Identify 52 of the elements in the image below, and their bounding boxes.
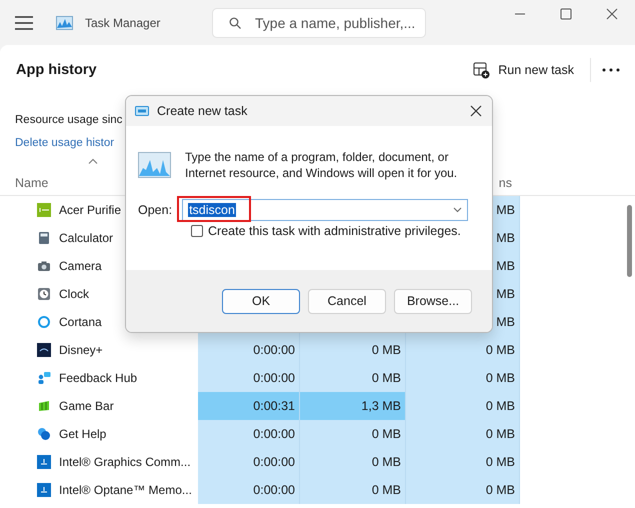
app-name: Camera: [59, 259, 102, 273]
menu-icon[interactable]: [15, 16, 33, 30]
chart-icon: [56, 16, 73, 30]
app-name: Intel® Optane™ Memo...: [59, 483, 192, 497]
ring-icon: [37, 315, 51, 329]
dropdown-icon[interactable]: [453, 207, 462, 213]
checkbox[interactable]: [191, 225, 203, 237]
people-icon: [37, 371, 51, 385]
app-icon: [37, 203, 51, 217]
app-name: Calculator: [59, 231, 114, 245]
open-label: Open:: [138, 203, 172, 217]
app-name: Get Help: [59, 427, 106, 441]
column-header[interactable]: Name: [15, 176, 48, 190]
scrollbar-thumb[interactable]: [627, 205, 632, 277]
close-icon[interactable]: [470, 105, 482, 117]
game-icon: [37, 399, 51, 413]
calculator-icon: [37, 231, 51, 245]
dialog-button[interactable]: Cancel: [308, 288, 386, 314]
window-icon: [135, 106, 149, 116]
chart-icon: [138, 152, 171, 178]
dialog-button[interactable]: OK: [222, 288, 300, 314]
sort-caret-icon[interactable]: [88, 158, 98, 164]
search-icon: [229, 16, 241, 28]
clock-icon: [37, 287, 51, 301]
app-name: Acer Purifie: [59, 203, 122, 217]
table-cell: 0 MB: [406, 476, 520, 504]
app-icon: [37, 455, 51, 469]
help-icon: [37, 427, 51, 441]
delete-history-link[interactable]: Delete usage histor: [15, 137, 114, 149]
dialog-button[interactable]: Browse...: [394, 288, 472, 314]
table-cell: 0 MB: [300, 476, 406, 504]
run-task-button[interactable]: Run new task: [467, 55, 580, 85]
app-name: Feedback Hub: [59, 371, 138, 385]
search-field[interactable]: Type a name, publisher,...: [212, 8, 426, 38]
table-cell: 1,3 MB: [300, 392, 406, 420]
resource-usage-text: Resource usage sinc: [15, 113, 122, 128]
app-icon: [37, 483, 51, 497]
page-title: App history: [16, 62, 97, 78]
app-name: Game Bar: [59, 399, 114, 413]
window-plus-icon: [473, 62, 490, 78]
window-title: Task Manager: [85, 16, 162, 30]
app-name: Clock: [59, 287, 90, 301]
table-cell: 0:00:31: [198, 392, 300, 420]
dialog-message: Type the name of a program, folder, document, or Internet resource, and Windows will open it for you.: [185, 149, 458, 181]
camera-icon: [37, 259, 51, 273]
app-name: Intel® Graphics Comm...: [59, 455, 191, 469]
app-icon: [37, 343, 51, 357]
app-name: Cortana: [59, 315, 102, 329]
table-cell: 0:00:00: [198, 476, 300, 504]
app-name: Disney+: [59, 343, 103, 357]
more-icon[interactable]: [601, 67, 621, 73]
dialog-title: Create new task: [157, 104, 248, 118]
